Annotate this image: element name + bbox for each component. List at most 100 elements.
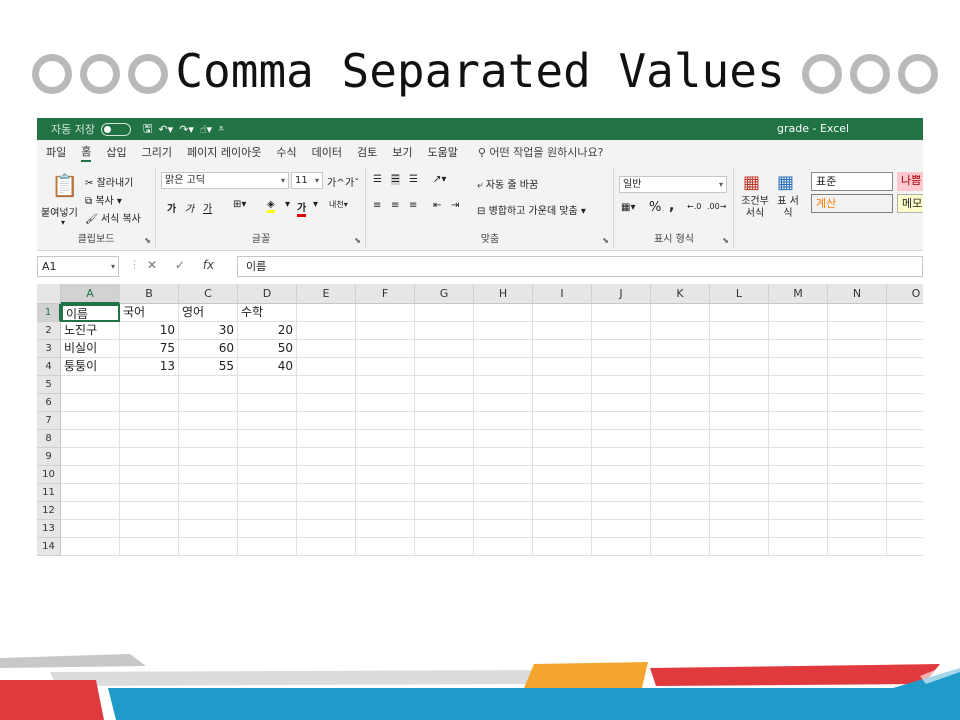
cell-m5[interactable] xyxy=(769,376,828,394)
cell-a9[interactable] xyxy=(61,448,120,466)
cell-i11[interactable] xyxy=(533,484,592,502)
cell-g6[interactable] xyxy=(415,394,474,412)
cell-n2[interactable] xyxy=(828,322,887,340)
cell-n4[interactable] xyxy=(828,358,887,376)
cell-c14[interactable] xyxy=(179,538,238,556)
cell-m2[interactable] xyxy=(769,322,828,340)
align-middle-icon[interactable]: ☰ xyxy=(391,174,400,185)
cell-n6[interactable] xyxy=(828,394,887,412)
fill-color-icon[interactable]: ◈ xyxy=(267,199,275,213)
bold-button[interactable]: 가 xyxy=(167,200,176,215)
cell-a1[interactable]: 이름 xyxy=(61,304,120,322)
cell-b5[interactable] xyxy=(120,376,179,394)
cell-c7[interactable] xyxy=(179,412,238,430)
format-as-table-button[interactable]: 표 서식 xyxy=(773,196,803,220)
name-box[interactable]: A1 ▾ xyxy=(37,256,119,277)
row-header-7[interactable]: 7 xyxy=(37,412,61,430)
row-header-3[interactable]: 3 xyxy=(37,340,61,358)
cell-i4[interactable] xyxy=(533,358,592,376)
column-header-l[interactable]: L xyxy=(710,284,769,304)
cell-a13[interactable] xyxy=(61,520,120,538)
row-header-12[interactable]: 12 xyxy=(37,502,61,520)
enter-icon[interactable]: ✓ xyxy=(175,258,185,272)
column-header-g[interactable]: G xyxy=(415,284,474,304)
cell-j1[interactable] xyxy=(592,304,651,322)
cell-b2[interactable]: 10 xyxy=(120,322,179,340)
cell-h3[interactable] xyxy=(474,340,533,358)
cell-m11[interactable] xyxy=(769,484,828,502)
chevron-down-icon[interactable]: ▾ xyxy=(313,199,318,210)
cell-i10[interactable] xyxy=(533,466,592,484)
cell-f12[interactable] xyxy=(356,502,415,520)
cell-m8[interactable] xyxy=(769,430,828,448)
cell-o2[interactable] xyxy=(887,322,923,340)
touch-mode-icon[interactable]: ☝▾ xyxy=(200,123,212,136)
decrease-indent-icon[interactable]: ⇤ xyxy=(433,200,441,211)
cell-l10[interactable] xyxy=(710,466,769,484)
cell-b10[interactable] xyxy=(120,466,179,484)
cell-c13[interactable] xyxy=(179,520,238,538)
column-header-b[interactable]: B xyxy=(120,284,179,304)
cell-c1[interactable]: 영어 xyxy=(179,304,238,322)
cell-d2[interactable]: 20 xyxy=(238,322,297,340)
cell-f13[interactable] xyxy=(356,520,415,538)
cell-g12[interactable] xyxy=(415,502,474,520)
cell-j9[interactable] xyxy=(592,448,651,466)
font-name-select[interactable]: 맑은 고딕 ▾ xyxy=(161,172,289,189)
cell-e10[interactable] xyxy=(297,466,356,484)
redo-icon[interactable]: ↷▾ xyxy=(179,123,194,136)
cell-f10[interactable] xyxy=(356,466,415,484)
formula-bar-splitter-icon[interactable]: ⋮ xyxy=(129,258,140,271)
row-header-8[interactable]: 8 xyxy=(37,430,61,448)
cell-l4[interactable] xyxy=(710,358,769,376)
cell-c9[interactable] xyxy=(179,448,238,466)
cell-a14[interactable] xyxy=(61,538,120,556)
cell-i1[interactable] xyxy=(533,304,592,322)
cell-g1[interactable] xyxy=(415,304,474,322)
cell-e5[interactable] xyxy=(297,376,356,394)
cell-f2[interactable] xyxy=(356,322,415,340)
cell-b14[interactable] xyxy=(120,538,179,556)
column-header-e[interactable]: E xyxy=(297,284,356,304)
cell-h6[interactable] xyxy=(474,394,533,412)
cell-d5[interactable] xyxy=(238,376,297,394)
cell-o12[interactable] xyxy=(887,502,923,520)
cell-a3[interactable]: 비실이 xyxy=(61,340,120,358)
cell-b9[interactable] xyxy=(120,448,179,466)
cell-l2[interactable] xyxy=(710,322,769,340)
cell-c12[interactable] xyxy=(179,502,238,520)
cell-i8[interactable] xyxy=(533,430,592,448)
cell-l6[interactable] xyxy=(710,394,769,412)
autosave-toggle[interactable] xyxy=(100,122,131,136)
cell-n14[interactable] xyxy=(828,538,887,556)
cell-l7[interactable] xyxy=(710,412,769,430)
cell-o14[interactable] xyxy=(887,538,923,556)
column-header-a[interactable]: A xyxy=(61,284,120,304)
cell-a11[interactable] xyxy=(61,484,120,502)
column-header-i[interactable]: I xyxy=(533,284,592,304)
cell-k4[interactable] xyxy=(651,358,710,376)
cell-e3[interactable] xyxy=(297,340,356,358)
cell-j2[interactable] xyxy=(592,322,651,340)
cell-g5[interactable] xyxy=(415,376,474,394)
cell-d12[interactable] xyxy=(238,502,297,520)
conditional-format-icon[interactable]: ▦ xyxy=(743,172,760,193)
cell-k10[interactable] xyxy=(651,466,710,484)
font-color-button[interactable]: 가 xyxy=(297,199,307,217)
cell-a4[interactable]: 퉁퉁이 xyxy=(61,358,120,376)
tab-page-layout[interactable]: 페이지 레이아웃 xyxy=(187,144,261,160)
decrease-decimal-icon[interactable]: .00→ xyxy=(707,202,726,211)
cell-k13[interactable] xyxy=(651,520,710,538)
cell-b3[interactable]: 75 xyxy=(120,340,179,358)
align-right-icon[interactable]: ≡ xyxy=(409,200,417,211)
column-header-h[interactable]: H xyxy=(474,284,533,304)
cell-k12[interactable] xyxy=(651,502,710,520)
cell-d7[interactable] xyxy=(238,412,297,430)
cell-f1[interactable] xyxy=(356,304,415,322)
cell-e7[interactable] xyxy=(297,412,356,430)
cell-d14[interactable] xyxy=(238,538,297,556)
cell-o10[interactable] xyxy=(887,466,923,484)
row-header-14[interactable]: 14 xyxy=(37,538,61,556)
cell-i3[interactable] xyxy=(533,340,592,358)
cell-k5[interactable] xyxy=(651,376,710,394)
